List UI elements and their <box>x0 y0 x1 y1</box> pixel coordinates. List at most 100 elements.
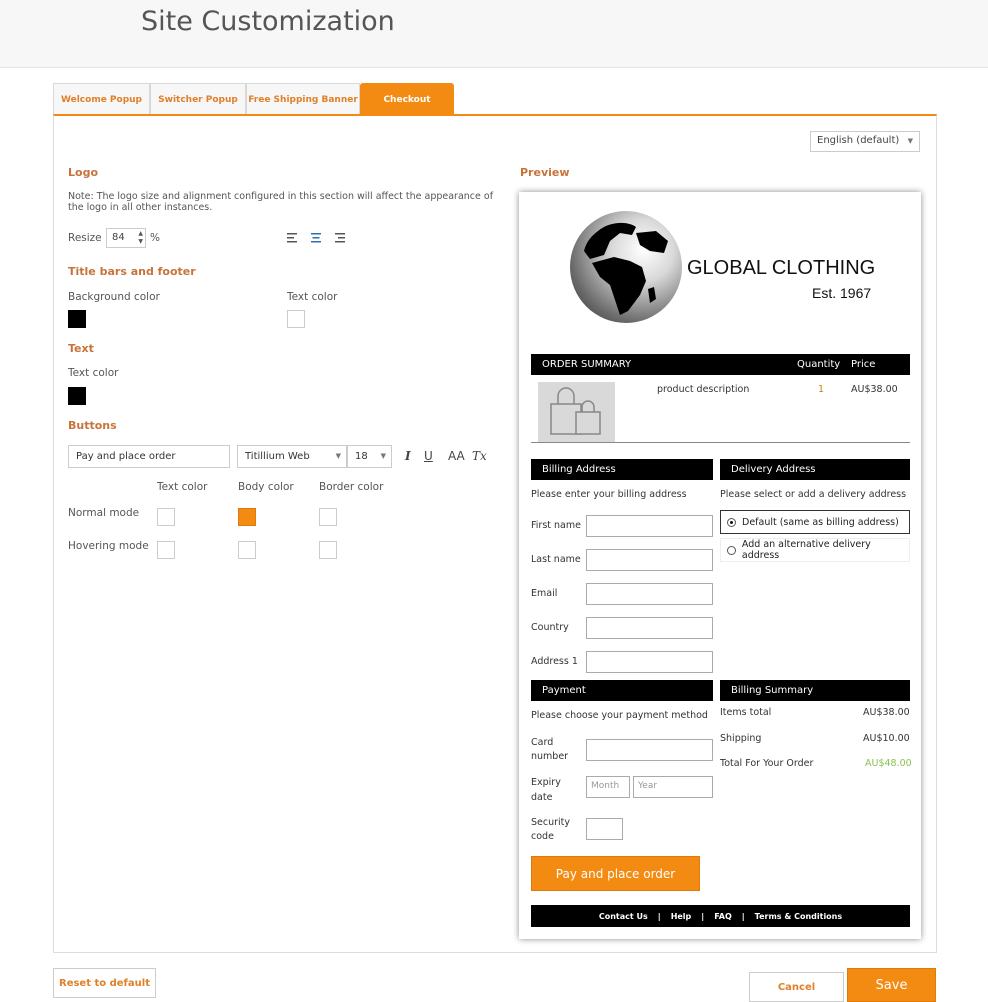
button-label-input[interactable]: Pay and place order <box>68 445 230 468</box>
underline-button[interactable]: U <box>424 449 433 463</box>
chevron-down-icon: ▼ <box>907 137 913 145</box>
pay-and-place-order-button[interactable]: Pay and place order <box>531 856 700 891</box>
security-code-input[interactable] <box>586 818 623 840</box>
card-number-label-line2: number <box>531 751 569 762</box>
country-label: Country <box>531 622 569 633</box>
product-quantity: 1 <box>818 384 825 395</box>
delivery-address-bar: Delivery Address <box>720 459 910 480</box>
clear-format-icon[interactable]: Tx <box>472 449 487 463</box>
billing-address-prompt: Please enter your billing address <box>531 489 687 500</box>
title-text-color-swatch[interactable] <box>287 310 305 328</box>
logo-note: Note: The logo size and alignment config… <box>68 191 494 213</box>
first-name-input[interactable] <box>586 515 713 537</box>
italic-button[interactable]: I <box>405 449 411 463</box>
stepper-icon[interactable]: ▲ ▼ <box>138 230 143 246</box>
font-size-value: 18 <box>355 451 368 462</box>
items-total-value: AU$38.00 <box>863 707 910 718</box>
expiry-year-input[interactable]: Year <box>633 776 713 798</box>
address-1-input[interactable] <box>586 651 713 673</box>
logo-heading: Logo <box>68 166 98 179</box>
page-header: Site Customization <box>0 0 988 68</box>
footer-separator: | <box>741 911 745 921</box>
col-text-color: Text color <box>157 481 208 493</box>
last-name-input[interactable] <box>586 549 713 571</box>
chevron-down-icon: ▼ <box>380 452 386 460</box>
tab-free-shipping-banner[interactable]: Free Shipping Banner <box>246 83 360 115</box>
align-center-icon[interactable] <box>311 232 323 246</box>
font-size-select[interactable]: 18 ▼ <box>347 445 392 468</box>
email-label: Email <box>531 588 558 599</box>
font-family-select[interactable]: Titillium Web ▼ <box>237 445 347 468</box>
product-price: AU$38.00 <box>851 384 898 395</box>
payment-prompt: Please choose your payment method <box>531 710 708 721</box>
footer-link-faq[interactable]: FAQ <box>714 912 732 921</box>
text-case-button[interactable]: AA <box>448 449 465 463</box>
tab-bar: Welcome Popup Switcher Popup Free Shippi… <box>53 83 454 115</box>
delivery-address-prompt: Please select or add a delivery address <box>720 489 907 500</box>
brand-established: Est. 1967 <box>812 285 872 301</box>
delivery-option-default-label: Default (same as billing address) <box>742 516 899 528</box>
language-select[interactable]: English (default) ▼ <box>810 131 920 152</box>
col-border-color: Border color <box>319 481 384 493</box>
product-description: product description <box>657 384 750 395</box>
save-button[interactable]: Save <box>847 968 936 1002</box>
shipping-label: Shipping <box>720 733 762 744</box>
normal-border-color-swatch[interactable] <box>319 508 337 526</box>
hovering-mode-label: Hovering mode <box>68 540 149 552</box>
tab-switcher-popup[interactable]: Switcher Popup <box>150 83 246 115</box>
normal-text-color-swatch[interactable] <box>157 508 175 526</box>
title-text-color-label: Text color <box>287 291 338 303</box>
order-summary-title: ORDER SUMMARY <box>542 359 632 370</box>
radio-icon <box>727 545 736 555</box>
quantity-header: Quantity <box>797 359 841 370</box>
resize-label: Resize <box>68 232 102 244</box>
align-right-icon[interactable] <box>335 232 347 246</box>
payment-title: Payment <box>542 685 586 696</box>
delivery-address-title: Delivery Address <box>731 464 816 475</box>
last-name-label: Last name <box>531 554 581 565</box>
delivery-option-alternative[interactable]: Add an alternative delivery address <box>720 538 910 562</box>
footer-link-contact-us[interactable]: Contact Us <box>599 912 648 921</box>
items-total-label: Items total <box>720 707 772 718</box>
billing-summary-title: Billing Summary <box>731 685 814 696</box>
resize-input[interactable]: 84 ▲ ▼ <box>106 228 146 248</box>
hover-border-color-swatch[interactable] <box>319 541 337 559</box>
footer-link-help[interactable]: Help <box>671 912 692 921</box>
expiry-label-line2: date <box>531 792 553 803</box>
country-input[interactable] <box>586 617 713 639</box>
hover-body-color-swatch[interactable] <box>238 541 256 559</box>
globe-logo-icon <box>570 211 682 323</box>
security-code-label-line1: Security <box>531 817 571 828</box>
align-left-icon[interactable] <box>287 232 299 246</box>
card-number-input[interactable] <box>586 739 713 761</box>
footer-link-terms[interactable]: Terms & Conditions <box>755 912 842 921</box>
payment-bar: Payment <box>531 680 713 701</box>
tab-checkout[interactable]: Checkout <box>360 83 454 115</box>
email-input[interactable] <box>586 583 713 605</box>
billing-summary-bar: Billing Summary <box>720 680 910 701</box>
language-select-value: English (default) <box>817 135 900 146</box>
expiry-label-line1: Expiry <box>531 777 561 788</box>
checkout-preview <box>519 192 921 939</box>
background-color-swatch[interactable] <box>68 310 86 328</box>
page-title: Site Customization <box>141 6 395 37</box>
delivery-option-alternative-label: Add an alternative delivery address <box>741 539 871 561</box>
text-color-swatch[interactable] <box>68 387 86 405</box>
text-color-label: Text color <box>68 367 119 379</box>
delivery-option-default[interactable]: Default (same as billing address) <box>720 510 910 534</box>
billing-address-title: Billing Address <box>542 464 616 475</box>
chevron-down-icon: ▼ <box>335 452 341 460</box>
expiry-month-input[interactable]: Month <box>586 776 630 798</box>
normal-body-color-swatch[interactable] <box>238 508 256 526</box>
cancel-button[interactable]: Cancel <box>749 972 844 1002</box>
hover-text-color-swatch[interactable] <box>157 541 175 559</box>
address-1-label: Address 1 <box>531 656 578 667</box>
order-total-value: AU$48.00 <box>865 758 912 769</box>
divider <box>531 442 910 443</box>
order-total-label: Total For Your Order <box>720 758 814 769</box>
footer-separator: | <box>701 911 705 921</box>
col-body-color: Body color <box>238 481 294 493</box>
shipping-value: AU$10.00 <box>863 733 910 744</box>
footer-separator: | <box>657 911 661 921</box>
tab-welcome-popup[interactable]: Welcome Popup <box>53 83 150 115</box>
